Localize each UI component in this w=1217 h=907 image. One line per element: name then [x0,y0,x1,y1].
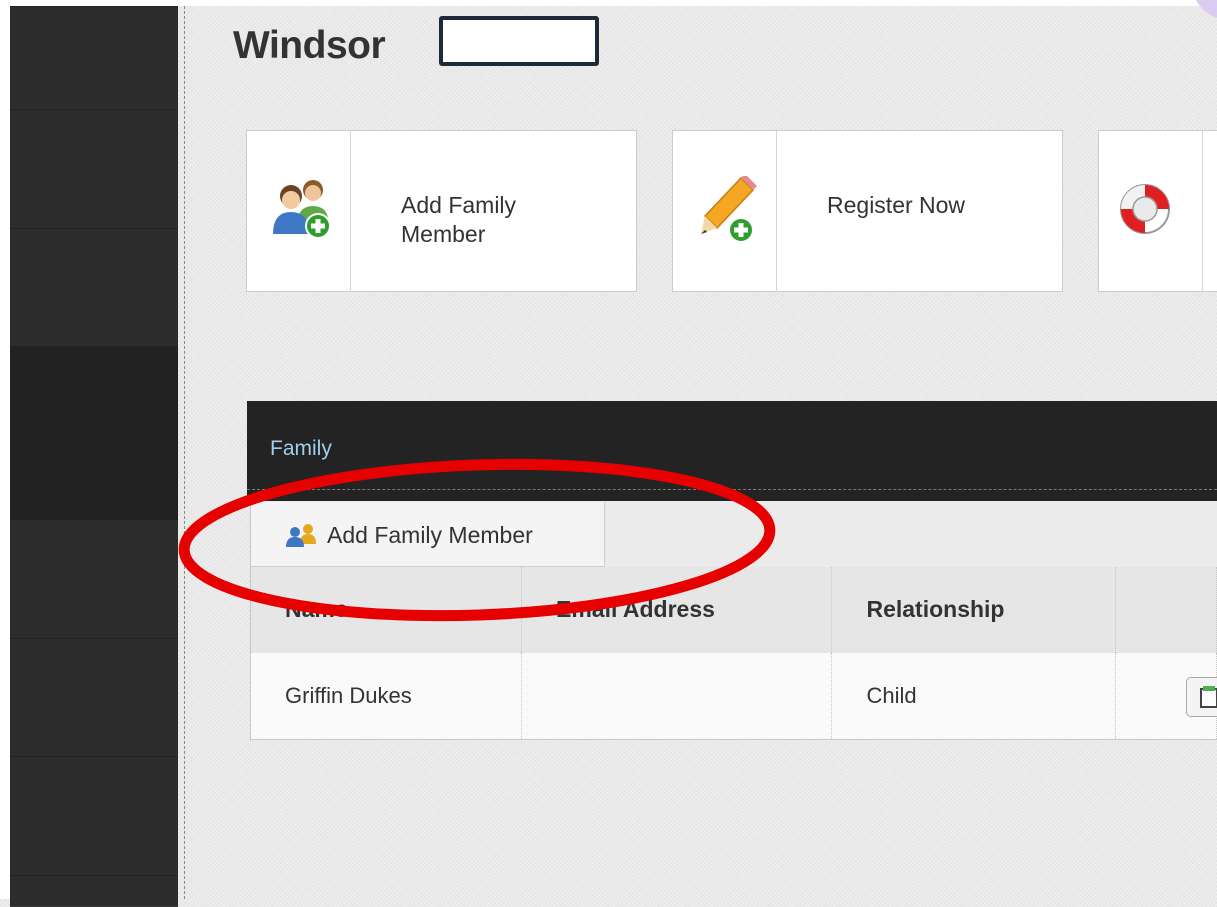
family-panel-title: Family [270,437,332,460]
edit-icon [1200,686,1217,708]
family-add-icon [247,131,351,291]
pencil-add-icon [673,131,777,291]
column-header-email[interactable]: Email Address [521,567,833,652]
add-family-member-tile[interactable]: Add Family Member [246,130,637,292]
table-row[interactable]: Griffin Dukes Child [251,651,1217,740]
sidebar-item[interactable] [10,756,178,876]
add-family-member-label: Add Family Member [327,522,533,548]
help-tile[interactable] [1098,130,1217,292]
cell-name: Griffin Dukes [251,651,522,740]
sidebar-item[interactable] [10,875,178,907]
corner-mark [1196,0,1217,18]
sidebar-item[interactable] [10,638,178,757]
column-header-relationship[interactable]: Relationship [831,567,1117,652]
column-header-name[interactable]: Name [251,567,522,652]
register-now-tile[interactable]: Register Now [672,130,1063,292]
table-header-row: Name Email Address Relationship [251,567,1217,652]
page-title: Windsor [233,24,386,67]
redaction-box [439,16,599,66]
tile-label-line2: Member [401,221,486,247]
family-panel-header-border [247,401,1217,490]
window-top-edge [0,0,1217,6]
tile-label: Register Now [827,192,966,218]
cell-relationship: Child [831,651,1117,740]
sidebar-item[interactable] [10,6,178,110]
content-divider [184,6,185,899]
cell-email [521,651,833,740]
sidebar-item[interactable] [10,109,178,229]
sidebar-item-active[interactable] [10,346,178,520]
sidebar-item[interactable] [10,228,178,347]
tile-label: Add Family Member [401,191,516,249]
window-left-edge [0,0,10,899]
family-table: Name Email Address Relationship Griffin … [251,567,1217,740]
sidebar-item[interactable] [10,519,178,639]
row-action-button[interactable] [1186,677,1217,717]
column-header-actions [1115,567,1217,652]
add-family-member-button[interactable]: Add Family Member [251,502,605,567]
tile-label-line1: Add Family [401,192,517,218]
lifebuoy-icon [1099,131,1203,291]
sidebar-nav [10,6,178,907]
family-icon [286,524,316,547]
